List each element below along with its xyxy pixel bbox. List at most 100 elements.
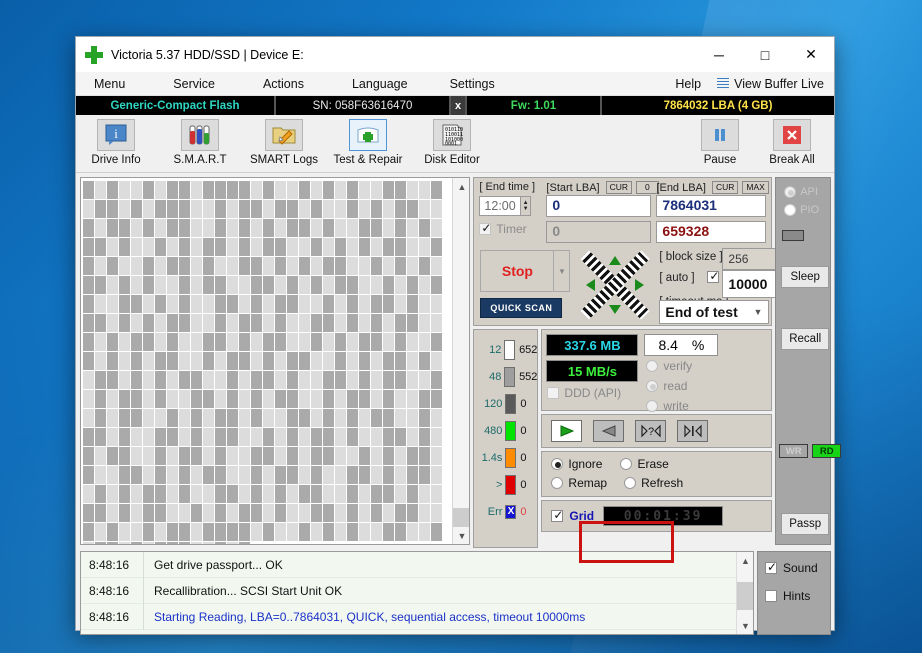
map-block[interactable] [419, 428, 430, 446]
map-block[interactable] [311, 295, 322, 313]
map-block[interactable] [431, 485, 442, 503]
map-block[interactable] [311, 219, 322, 237]
map-block[interactable] [167, 447, 178, 465]
map-block[interactable] [431, 314, 442, 332]
scroll-down-icon[interactable]: ▼ [453, 527, 470, 544]
map-block[interactable] [83, 257, 94, 275]
map-block[interactable] [251, 295, 262, 313]
map-block[interactable] [323, 181, 334, 199]
map-block[interactable] [419, 371, 430, 389]
map-block[interactable] [155, 485, 166, 503]
map-block[interactable] [83, 542, 94, 544]
map-block[interactable] [119, 276, 130, 294]
dpad-up-arrow[interactable] [609, 256, 622, 265]
map-block[interactable] [395, 352, 406, 370]
map-block[interactable] [107, 428, 118, 446]
map-block[interactable] [191, 466, 202, 484]
map-block[interactable] [251, 504, 262, 522]
map-block[interactable] [407, 276, 418, 294]
map-block[interactable] [215, 447, 226, 465]
map-block[interactable] [311, 200, 322, 218]
map-block[interactable] [431, 352, 442, 370]
map-block[interactable] [395, 485, 406, 503]
map-block[interactable] [167, 352, 178, 370]
map-block[interactable] [107, 238, 118, 256]
log-scroll-down-icon[interactable]: ▼ [737, 617, 753, 634]
map-block[interactable] [431, 333, 442, 351]
map-block[interactable] [347, 485, 358, 503]
map-block[interactable] [431, 371, 442, 389]
map-block[interactable] [347, 428, 358, 446]
map-block[interactable] [311, 276, 322, 294]
map-block[interactable] [239, 371, 250, 389]
map-block[interactable] [419, 485, 430, 503]
menu-item-service[interactable]: Service [163, 72, 225, 96]
map-block[interactable] [383, 504, 394, 522]
map-block[interactable] [323, 333, 334, 351]
map-block[interactable] [131, 504, 142, 522]
map-block[interactable] [215, 371, 226, 389]
map-block[interactable] [143, 200, 154, 218]
map-block[interactable] [383, 409, 394, 427]
map-block[interactable] [275, 485, 286, 503]
map-block[interactable] [359, 276, 370, 294]
map-block[interactable] [431, 390, 442, 408]
start-lba-zero-button[interactable]: 0 [636, 181, 659, 194]
map-block[interactable] [119, 409, 130, 427]
map-block[interactable] [311, 523, 322, 541]
mode-read-radio[interactable] [646, 380, 659, 392]
map-block[interactable] [335, 200, 346, 218]
map-block[interactable] [143, 409, 154, 427]
map-block[interactable] [95, 238, 106, 256]
map-block[interactable] [263, 371, 274, 389]
map-block[interactable] [155, 428, 166, 446]
map-block[interactable] [167, 428, 178, 446]
map-block[interactable] [203, 238, 214, 256]
map-block[interactable] [395, 523, 406, 541]
map-block[interactable] [335, 466, 346, 484]
map-block[interactable] [83, 181, 94, 199]
map-block[interactable] [359, 314, 370, 332]
map-block[interactable] [107, 314, 118, 332]
map-block[interactable] [359, 428, 370, 446]
map-block[interactable] [143, 428, 154, 446]
map-block[interactable] [191, 542, 202, 544]
map-block[interactable] [419, 504, 430, 522]
map-block[interactable] [227, 219, 238, 237]
mode-verify-row[interactable]: verify [646, 359, 692, 373]
map-block[interactable] [107, 371, 118, 389]
map-block[interactable] [191, 333, 202, 351]
map-block[interactable] [203, 314, 214, 332]
map-block[interactable] [131, 390, 142, 408]
map-block[interactable] [395, 295, 406, 313]
map-block[interactable] [347, 219, 358, 237]
map-block[interactable] [191, 371, 202, 389]
map-block[interactable] [131, 295, 142, 313]
map-block[interactable] [179, 238, 190, 256]
map-block[interactable] [251, 485, 262, 503]
map-block[interactable] [359, 390, 370, 408]
map-block[interactable] [227, 390, 238, 408]
mode-write-row[interactable]: write [646, 399, 689, 413]
map-block[interactable] [119, 428, 130, 446]
map-block[interactable] [359, 295, 370, 313]
map-block[interactable] [119, 238, 130, 256]
menu-item-settings[interactable]: Settings [440, 72, 505, 96]
map-block[interactable] [371, 238, 382, 256]
map-block[interactable] [395, 371, 406, 389]
map-block[interactable] [191, 485, 202, 503]
map-block[interactable] [431, 466, 442, 484]
map-block[interactable] [215, 504, 226, 522]
map-block[interactable] [431, 238, 442, 256]
map-block[interactable] [335, 409, 346, 427]
map-block[interactable] [299, 390, 310, 408]
map-block[interactable] [83, 485, 94, 503]
map-block[interactable] [419, 523, 430, 541]
map-block[interactable] [203, 485, 214, 503]
map-block[interactable] [143, 333, 154, 351]
scroll-up-icon[interactable]: ▲ [453, 178, 470, 195]
map-block[interactable] [167, 295, 178, 313]
map-block[interactable] [179, 314, 190, 332]
quick-scan-button[interactable]: QUICK SCAN [480, 298, 563, 318]
map-block[interactable] [203, 542, 214, 544]
